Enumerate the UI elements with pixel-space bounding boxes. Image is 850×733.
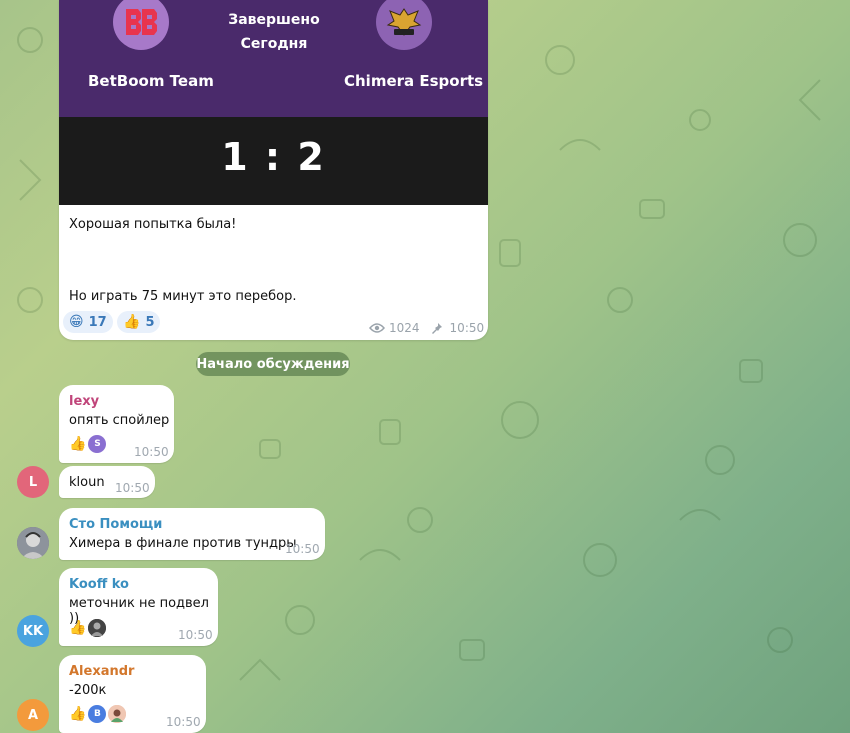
chimera-logo <box>376 0 432 50</box>
post-text-line1: Хорошая попытка была! <box>69 217 237 232</box>
reactor-photo-icon <box>88 619 107 637</box>
message-text: -200к <box>69 683 107 698</box>
match-date: Сегодня <box>240 36 308 52</box>
user-avatar[interactable]: A <box>17 699 49 731</box>
message-bubble[interactable]: Alexandr -200к 👍 B 10:50 <box>59 655 206 733</box>
channel-post: BetBoom Team Chimera Esports Завершено С… <box>59 0 488 340</box>
message-time: 10:50 <box>285 542 320 556</box>
discussion-start-divider: Начало обсуждения <box>196 352 350 376</box>
message-time: 10:50 <box>134 445 169 459</box>
message-time: 10:50 <box>115 481 150 495</box>
reaction-count: 17 <box>88 314 107 330</box>
message-reaction[interactable]: 👍 S <box>69 435 107 453</box>
message-text: опять спойлер <box>69 413 170 428</box>
reaction-grin[interactable]: 😁 17 <box>63 311 113 333</box>
message-text: kloun <box>69 475 105 490</box>
user-avatar[interactable]: L <box>17 466 49 498</box>
chimera-logo-icon <box>386 8 422 36</box>
reactor-avatar: S <box>88 435 107 453</box>
thumbs-up-emoji-icon: 👍 <box>69 706 87 722</box>
match-banner: BetBoom Team Chimera Esports Завершено С… <box>59 0 488 117</box>
message-bubble[interactable]: lexy опять спойлер 👍 S 10:50 <box>59 385 174 463</box>
message-bubble[interactable]: Сто Помощи Химера в финале против тундры… <box>59 508 325 560</box>
reactor-avatar <box>88 619 107 637</box>
team-right-name: Chimera Esports <box>344 72 484 90</box>
betboom-logo <box>113 0 169 50</box>
match-score: 1 : 2 <box>221 135 326 179</box>
message-bubble[interactable]: kloun 10:50 <box>59 466 155 498</box>
grin-emoji-icon: 😁 <box>69 314 84 330</box>
pin-icon <box>431 322 442 334</box>
message-author[interactable]: Сто Помощи <box>69 517 162 532</box>
match-status: Завершено <box>228 12 320 28</box>
post-time: 10:50 <box>449 321 485 335</box>
views-eye-icon <box>369 323 385 333</box>
message-time: 10:50 <box>178 628 213 642</box>
message-author[interactable]: Alexandr <box>69 664 134 679</box>
reactor-avatar <box>108 705 127 723</box>
post-text-line2: Но играть 75 минут это перебор. <box>69 289 297 304</box>
message-author[interactable]: Kooff ko <box>69 577 129 592</box>
user-photo-icon <box>17 527 49 559</box>
thumbs-up-emoji-icon: 👍 <box>69 436 87 452</box>
reactor-avatar: B <box>88 705 107 723</box>
user-avatar[interactable] <box>17 527 49 559</box>
reaction-count: 5 <box>145 314 155 330</box>
thumbs-up-emoji-icon: 👍 <box>69 620 87 636</box>
message-reaction[interactable]: 👍 <box>69 619 107 637</box>
reaction-thumbs-up[interactable]: 👍 5 <box>117 311 161 333</box>
score-bar: 1 : 2 <box>59 117 488 205</box>
team-left-name: BetBoom Team <box>88 72 214 90</box>
post-meta: 1024 10:50 <box>369 321 484 335</box>
message-author[interactable]: lexy <box>69 394 99 409</box>
message-reaction[interactable]: 👍 B <box>69 705 127 723</box>
message-time: 10:50 <box>166 715 201 729</box>
views-count: 1024 <box>389 321 420 335</box>
reactor-photo-icon <box>108 705 127 723</box>
betboom-logo-icon <box>126 9 157 35</box>
user-avatar[interactable]: KK <box>17 615 49 647</box>
message-bubble[interactable]: Kooff ko меточник не подвел )) 👍 10:50 <box>59 568 218 646</box>
thumbs-up-emoji-icon: 👍 <box>123 314 141 330</box>
message-text: Химера в финале против тундры <box>69 536 297 551</box>
